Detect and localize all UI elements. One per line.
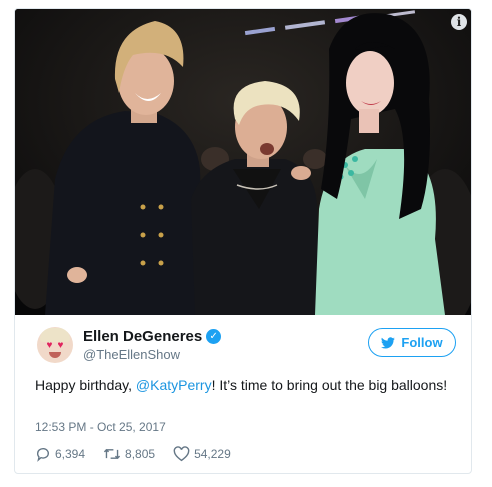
avatar-mouth (49, 352, 61, 358)
mention-link[interactable]: @KatyPerry (136, 377, 212, 393)
display-name-row: Ellen DeGeneres ✓ (83, 328, 222, 345)
avatar[interactable]: ♥ ♥ (37, 327, 73, 363)
tweet-text: Happy birthday, @KatyPerry! It’s time to… (35, 375, 455, 395)
heart-icon (173, 446, 190, 462)
embedded-tweet-card: i ♥ ♥ Ellen DeGeneres ✓ @TheEllenShow Fo… (14, 8, 472, 474)
retweet-count: 8,805 (125, 447, 156, 461)
reply-action[interactable]: 6,394 (35, 446, 85, 462)
reply-icon (36, 448, 49, 462)
avatar-hair (40, 328, 70, 342)
twitter-bird-icon (381, 336, 396, 349)
verified-badge-icon: ✓ (206, 329, 222, 344)
follow-button[interactable]: Follow (368, 328, 456, 357)
tweet-photo[interactable]: i (15, 9, 471, 315)
heart-eye-icon: ♥ (46, 340, 53, 351)
follow-label: Follow (401, 335, 443, 350)
like-action[interactable]: 54,229 (173, 446, 231, 462)
tweet-timestamp[interactable]: 12:53 PM - Oct 25, 2017 (35, 420, 166, 434)
photo-illustration (15, 9, 471, 315)
like-count: 54,229 (194, 447, 231, 461)
reply-count: 6,394 (55, 447, 86, 461)
tweet-text-before: Happy birthday, (35, 377, 136, 393)
author-display-name[interactable]: Ellen DeGeneres (83, 328, 202, 345)
author-names: Ellen DeGeneres ✓ @TheEllenShow (83, 328, 222, 362)
tweet-text-after: ! It’s time to bring out the big balloon… (211, 377, 448, 393)
heart-eye-icon: ♥ (57, 340, 64, 351)
info-icon[interactable]: i (451, 14, 467, 30)
retweet-icon (103, 448, 121, 460)
tweet-author[interactable]: ♥ ♥ Ellen DeGeneres ✓ @TheEllenShow (37, 327, 222, 363)
tweet-actions: 6,394 8,805 54,229 (35, 446, 249, 462)
author-handle[interactable]: @TheEllenShow (83, 347, 221, 362)
retweet-action[interactable]: 8,805 (103, 446, 155, 462)
